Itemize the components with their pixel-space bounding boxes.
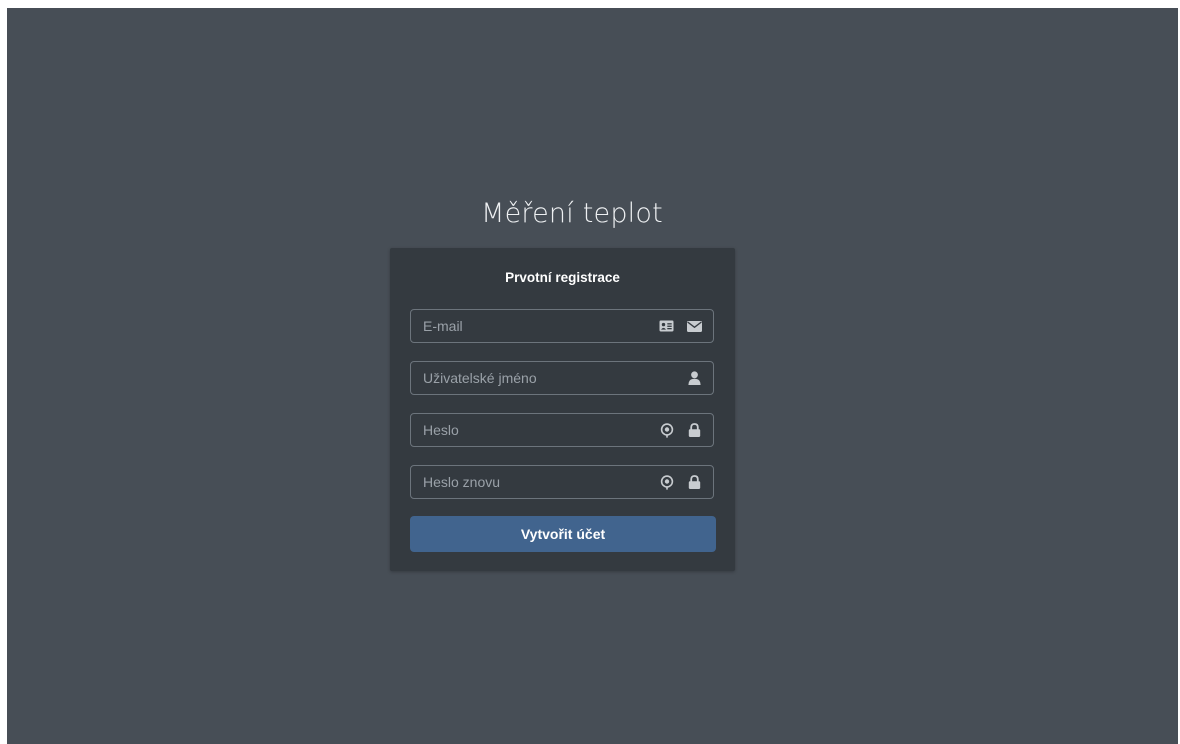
registration-card: Prvotní registrace E-mail Uživatelské jm… <box>390 248 735 571</box>
lock-icon <box>687 423 702 438</box>
username-field <box>410 361 714 395</box>
app-title: Měření teplot <box>481 198 663 229</box>
user-icon <box>687 371 702 386</box>
password-field <box>410 413 714 447</box>
create-account-button[interactable]: Vytvořit účet <box>410 516 716 552</box>
email-field <box>410 309 714 343</box>
envelope-icon <box>687 319 702 334</box>
password-reveal-icon[interactable] <box>659 422 674 438</box>
username-field-icons <box>687 362 702 394</box>
password-confirm-field <box>410 465 714 499</box>
email-input[interactable] <box>411 310 641 342</box>
password-input[interactable] <box>411 414 641 446</box>
page-background: Měření teplot Prvotní registrace E-mail … <box>7 8 1178 744</box>
password-confirm-field-icons <box>659 466 702 498</box>
password-reveal-icon[interactable] <box>659 474 674 490</box>
password-confirm-input[interactable] <box>411 466 641 498</box>
email-field-icons <box>659 310 702 342</box>
lock-icon <box>687 475 702 490</box>
form-title: Prvotní registrace <box>505 270 620 285</box>
password-field-icons <box>659 414 702 446</box>
username-input[interactable] <box>411 362 641 394</box>
id-card-icon <box>659 319 674 334</box>
